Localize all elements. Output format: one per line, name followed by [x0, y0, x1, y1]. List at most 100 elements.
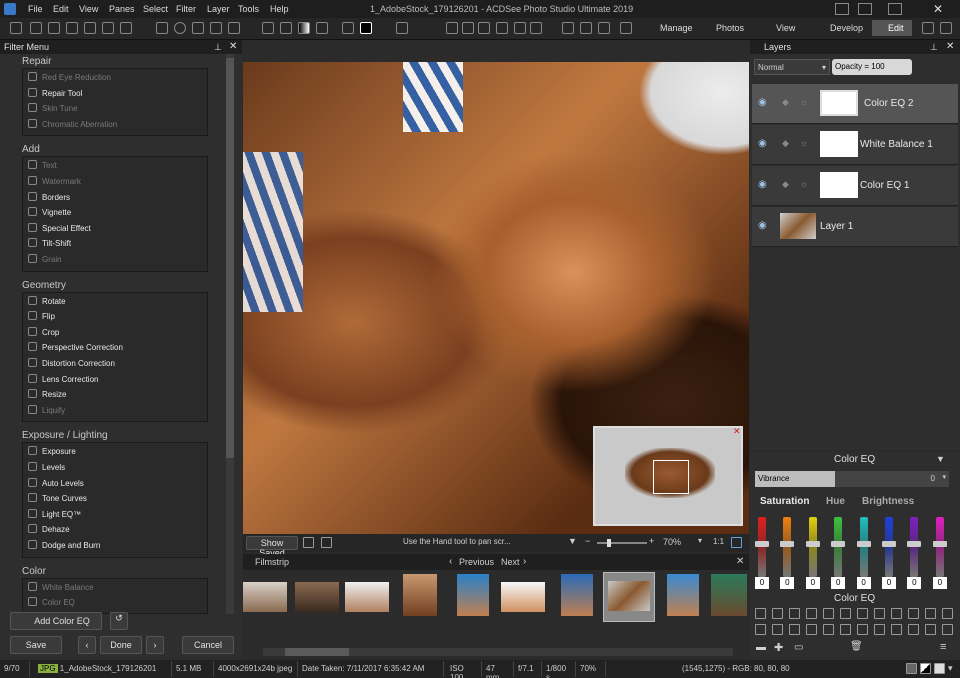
eq-slider[interactable]: [882, 517, 896, 577]
filter-item[interactable]: Special Effect: [28, 222, 91, 236]
filter-item[interactable]: Vignette: [28, 207, 71, 220]
menu-layer[interactable]: Layer: [207, 4, 230, 14]
menu-tools[interactable]: Tools: [238, 4, 259, 14]
filter-tool-icon[interactable]: [874, 624, 885, 635]
mode-develop[interactable]: Develop: [830, 23, 863, 33]
film-thumb-1[interactable]: [243, 582, 287, 612]
mode-manage[interactable]: Manage: [660, 23, 693, 33]
filter-item[interactable]: Dehaze: [28, 524, 70, 537]
filter-tool-icon[interactable]: [925, 608, 936, 619]
layers-close-icon[interactable]: ✕: [946, 41, 954, 52]
film-thumb-6[interactable]: [501, 582, 545, 612]
filter-tool-icon[interactable]: [823, 608, 834, 619]
save-button[interactable]: Save: [10, 636, 62, 654]
duplicate-layer-icon[interactable]: ▭: [794, 642, 803, 653]
ratio-button[interactable]: 1:1: [713, 537, 724, 546]
filter-group-header[interactable]: Exposure / Lighting: [22, 430, 108, 441]
eq-slider-handle[interactable]: [831, 541, 846, 547]
pencil-tool-icon[interactable]: [262, 22, 274, 34]
menu-view[interactable]: View: [79, 4, 98, 14]
filter-tool-icon[interactable]: [891, 624, 902, 635]
close-icon[interactable]: ✕: [933, 2, 943, 16]
mode-view[interactable]: View: [776, 23, 795, 33]
eq-slider[interactable]: [831, 517, 846, 577]
pin-icon[interactable]: ⊥: [214, 42, 222, 53]
add-layer-icon[interactable]: ✚: [774, 641, 783, 654]
prev-button[interactable]: ‹: [78, 636, 96, 654]
navigator-close-icon[interactable]: ✕: [733, 426, 741, 437]
cancel-button[interactable]: Cancel: [182, 636, 234, 654]
previous-link[interactable]: Previous: [459, 557, 494, 567]
gear-icon[interactable]: [462, 22, 474, 34]
film-thumb-3[interactable]: [345, 582, 389, 612]
filmstrip-close-icon[interactable]: ✕: [736, 556, 744, 567]
layer-menu-icon[interactable]: ≡: [940, 641, 946, 653]
eye-icon[interactable]: ◉: [758, 97, 767, 108]
mode-extra-icon[interactable]: [922, 22, 934, 34]
film-thumb-2[interactable]: [295, 582, 339, 612]
layer-mask-icon[interactable]: ▬: [756, 642, 766, 653]
eq-slider[interactable]: [805, 517, 820, 577]
color-swatch-icon[interactable]: [360, 22, 372, 34]
eq-slider-handle[interactable]: [907, 541, 922, 547]
filter-tool-icon[interactable]: [942, 624, 953, 635]
filter-tool-icon[interactable]: [857, 624, 868, 635]
filter-item[interactable]: Levels: [28, 462, 65, 475]
eye-icon[interactable]: ◉: [758, 138, 767, 149]
zoom-out-icon[interactable]: −: [585, 536, 590, 546]
next-link[interactable]: Next: [501, 557, 520, 567]
view-check-icon[interactable]: [934, 663, 945, 674]
filter-item[interactable]: Light EQ™: [28, 508, 81, 522]
layer-row-color-eq-1[interactable]: ◉ ◆ ☼ Color EQ 1: [752, 166, 958, 206]
bucket-icon[interactable]: [514, 22, 526, 34]
panel-toggle-icon[interactable]: [835, 3, 849, 15]
status-menu-icon[interactable]: ▾: [948, 663, 953, 674]
magic-wand-icon[interactable]: [102, 22, 114, 34]
play-icon[interactable]: [598, 22, 610, 34]
filter-item[interactable]: Perspective Correction: [28, 342, 123, 355]
filter-tool-icon[interactable]: [857, 608, 868, 619]
tab-brightness[interactable]: Brightness: [862, 496, 914, 507]
layers-pin-icon[interactable]: ⊥: [930, 42, 938, 53]
eq-slider-handle[interactable]: [932, 541, 947, 547]
eq-value[interactable]: 0: [882, 577, 896, 589]
eq-slider[interactable]: [932, 517, 947, 577]
eq-value[interactable]: 0: [805, 577, 820, 589]
filter-tool-icon[interactable]: [823, 624, 834, 635]
eq-slider[interactable]: [907, 517, 922, 577]
minimize-icon[interactable]: [858, 3, 872, 15]
navigator-viewport[interactable]: [653, 460, 689, 494]
filter-item[interactable]: Exposure: [28, 446, 76, 459]
navigator-window[interactable]: ✕: [593, 426, 743, 526]
mode-extra2-icon[interactable]: [940, 22, 952, 34]
filter-item[interactable]: Rotate: [28, 295, 66, 309]
ellipse-select-icon[interactable]: [174, 22, 186, 34]
eq-slider-handle[interactable]: [755, 541, 769, 547]
fill-tool-icon[interactable]: [280, 22, 292, 34]
light-icon[interactable]: [496, 22, 508, 34]
filter-item[interactable]: Auto Levels: [28, 477, 84, 491]
lasso-tool-icon[interactable]: [84, 22, 96, 34]
eq-slider-handle[interactable]: [780, 541, 795, 547]
filter-tool-icon[interactable]: [789, 624, 800, 635]
gradient-tool-icon[interactable]: [298, 22, 310, 34]
opacity-field[interactable]: Opacity = 100: [832, 59, 912, 75]
eq-value[interactable]: 0: [932, 577, 947, 589]
hand-tool-icon[interactable]: [48, 22, 60, 34]
film-thumb-10[interactable]: [711, 574, 747, 616]
cloud-icon[interactable]: [530, 22, 542, 34]
filter-group-header[interactable]: Add: [22, 144, 40, 155]
zoom-dropdown-icon[interactable]: ▼: [568, 536, 577, 546]
filter-tool-icon[interactable]: [789, 608, 800, 619]
filter-tool-icon[interactable]: [874, 608, 885, 619]
eq-slider[interactable]: [780, 517, 795, 577]
zoom-slider[interactable]: [597, 539, 647, 547]
film-thumb-7[interactable]: [561, 574, 593, 616]
filter-tool-icon[interactable]: [806, 624, 817, 635]
eq-slider-handle[interactable]: [882, 541, 896, 547]
done-button[interactable]: Done: [100, 636, 142, 654]
tab-saturation[interactable]: Saturation: [760, 496, 809, 507]
menu-edit[interactable]: Edit: [53, 4, 69, 14]
filter-tool-icon[interactable]: [755, 608, 766, 619]
filmstrip-scroll-thumb[interactable]: [285, 648, 349, 656]
